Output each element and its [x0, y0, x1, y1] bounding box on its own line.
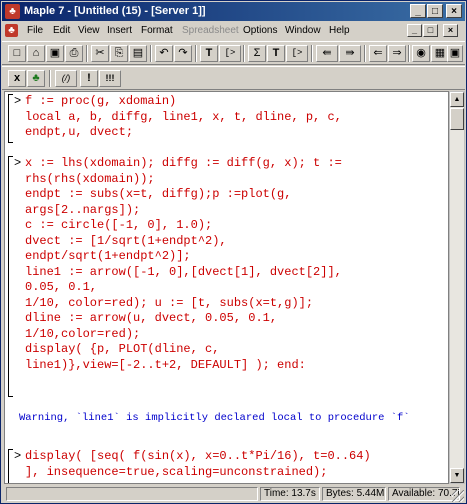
input-prompt: >	[14, 156, 22, 170]
open-icon[interactable]: ⌂	[27, 45, 45, 62]
text-icon[interactable]: T	[267, 45, 285, 62]
toolbar-separator	[195, 45, 197, 62]
vertical-scrollbar[interactable]: ▲ ▼	[449, 91, 465, 484]
code-input[interactable]: f := proc(g, xdomain) local a, b, diffg,…	[25, 94, 342, 141]
context-toolbar: x ♣ (/) ! !!!	[2, 66, 465, 90]
group-bracket[interactable]	[8, 156, 13, 397]
exec-group-icon[interactable]: [>	[286, 45, 308, 62]
toolbar-separator	[243, 45, 245, 62]
input-prompt: >	[14, 94, 22, 108]
menu-bar: ♣ File Edit View Insert Format Spreadshe…	[2, 22, 465, 41]
doc-close-button[interactable]: ×	[443, 24, 458, 37]
new-icon[interactable]: □	[8, 45, 26, 62]
group-bracket[interactable]	[8, 449, 13, 483]
menu-help[interactable]: Help	[329, 25, 350, 36]
close-button[interactable]: ×	[446, 4, 462, 18]
doc-restore-button[interactable]: □	[423, 24, 438, 37]
execute-icon[interactable]: !	[80, 70, 98, 87]
indent-left-icon[interactable]: ⇚	[316, 45, 338, 62]
worksheet[interactable]: > f := proc(g, xdomain) local a, b, diff…	[4, 91, 449, 484]
menu-spreadsheet[interactable]: Spreadsheet	[182, 25, 239, 36]
maple-leaf-icon: ♣	[5, 4, 20, 19]
close-bracket-icon[interactable]: x	[8, 70, 26, 87]
undo-icon[interactable]: ↶	[155, 45, 173, 62]
doc-minimize-button[interactable]: _	[407, 24, 422, 37]
toolbar-separator	[86, 45, 88, 62]
maximize-button[interactable]: □	[427, 4, 443, 18]
status-message	[6, 487, 258, 501]
save-icon[interactable]: ▣	[46, 45, 64, 62]
main-toolbar: □ ⌂ ▣ ⎙ ✂ ⎘ ▤ ↶ ↷ T [> Σ T [> ⇚ ⇛ ⇐ ⇒ ◉ …	[2, 41, 465, 65]
window-title: Maple 7 - [Untitled (15) - [Server 1]]	[24, 5, 206, 17]
toolbar-separator	[364, 45, 366, 62]
menu-file[interactable]: File	[27, 25, 43, 36]
scroll-thumb[interactable]	[450, 108, 464, 130]
resize-grip[interactable]	[452, 490, 464, 502]
menu-format[interactable]: Format	[141, 25, 173, 36]
input-prompt: >	[14, 449, 22, 463]
code-input[interactable]: x := lhs(xdomain); diffg := diff(g, x); …	[25, 156, 342, 373]
toolbar-separator	[150, 45, 152, 62]
copy-icon[interactable]: ⎘	[110, 45, 128, 62]
sigma-icon[interactable]: Σ	[248, 45, 266, 62]
document-icon[interactable]: ♣	[5, 24, 18, 37]
cut-icon[interactable]: ✂	[91, 45, 109, 62]
redo-icon[interactable]: ↷	[174, 45, 192, 62]
menu-window[interactable]: Window	[285, 25, 321, 36]
warning-output: Warning, `line1` is implicitly declared …	[19, 412, 410, 424]
menu-insert[interactable]: Insert	[107, 25, 132, 36]
toolbar-separator	[408, 45, 410, 62]
indent-right-icon[interactable]: ⇛	[339, 45, 361, 62]
insert-input-icon[interactable]: [>	[219, 45, 241, 62]
status-bar: Time: 13.7s Bytes: 5.44M Available: 70.7…	[2, 485, 465, 503]
menu-edit[interactable]: Edit	[53, 25, 70, 36]
print-icon[interactable]: ⎙	[65, 45, 83, 62]
menu-view[interactable]: View	[78, 25, 100, 36]
group-bracket[interactable]	[8, 94, 13, 143]
forward-icon[interactable]: ⇒	[388, 45, 406, 62]
execute-all-icon[interactable]: !!!	[99, 70, 121, 87]
toolbar-separator	[49, 70, 51, 87]
minimize-button[interactable]: _	[410, 4, 426, 18]
scroll-up-button[interactable]: ▲	[450, 92, 464, 107]
scroll-down-button[interactable]: ▼	[450, 468, 464, 483]
paste-icon[interactable]: ▤	[129, 45, 147, 62]
status-available: Available: 70.7M	[388, 487, 460, 501]
fraction-icon[interactable]: (/)	[55, 70, 77, 87]
toolbar-separator	[311, 45, 313, 62]
stop-icon[interactable]: ◉	[412, 45, 430, 62]
title-bar[interactable]: ♣ Maple 7 - [Untitled (15) - [Server 1]]…	[2, 2, 465, 21]
back-icon[interactable]: ⇐	[369, 45, 387, 62]
code-input[interactable]: display( [seq( f(sin(x), x=0..t*Pi/16), …	[25, 449, 371, 480]
maple-window: ♣ Maple 7 - [Untitled (15) - [Server 1]]…	[0, 0, 467, 504]
restart-icon[interactable]: ▣	[447, 45, 463, 62]
menu-options[interactable]: Options	[243, 25, 277, 36]
maple-leaf-tool-icon[interactable]: ♣	[27, 70, 45, 87]
insert-text-icon[interactable]: T	[200, 45, 218, 62]
status-bytes: Bytes: 5.44M	[322, 487, 386, 501]
status-time: Time: 13.7s	[260, 487, 320, 501]
